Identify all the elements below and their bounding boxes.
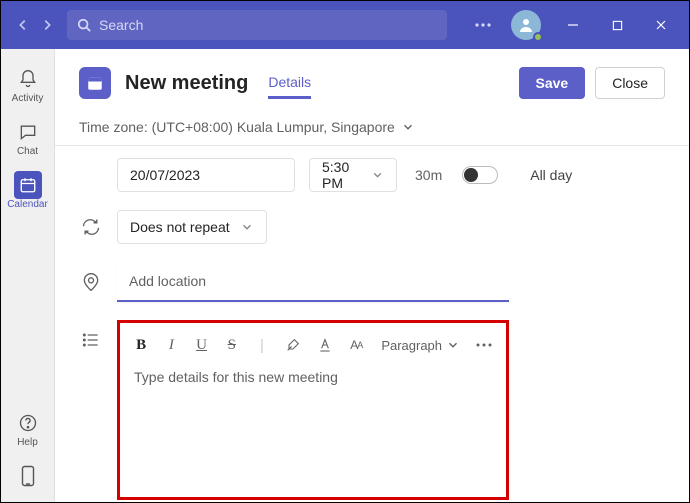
rail-activity[interactable]: Activity	[4, 59, 52, 112]
font-size-button[interactable]: AA	[349, 335, 363, 355]
search-placeholder: Search	[99, 17, 143, 33]
font-color-button[interactable]	[317, 335, 333, 355]
toolbar-more-button[interactable]	[476, 335, 492, 355]
list-icon	[81, 330, 101, 350]
highlight-button[interactable]	[285, 335, 301, 355]
nav-forward-button[interactable]	[37, 15, 57, 35]
device-icon	[21, 465, 35, 487]
person-icon	[518, 17, 534, 33]
date-value: 20/07/2023	[130, 167, 200, 183]
font-color-icon	[317, 337, 333, 353]
editor-placeholder: Type details for this new meeting	[134, 369, 492, 385]
toggle-knob	[464, 168, 478, 182]
timezone-label: Time zone: (UTC+08:00) Kuala Lumpur, Sin…	[79, 119, 395, 135]
duration-label: 30m	[415, 167, 442, 183]
help-icon	[18, 413, 38, 433]
paragraph-style-select[interactable]: Paragraph	[381, 338, 460, 353]
rail-calendar[interactable]: Calendar	[4, 165, 52, 218]
rail-help-label: Help	[17, 437, 38, 448]
search-icon	[77, 18, 91, 32]
rail-chat[interactable]: Chat	[4, 112, 52, 165]
italic-button[interactable]: I	[164, 335, 178, 355]
main-content: New meeting Details Save Close Time zone…	[55, 49, 689, 502]
page-header: New meeting Details Save Close	[55, 49, 689, 99]
highlight-icon	[285, 337, 301, 353]
chevron-down-icon	[240, 220, 254, 234]
rail-device[interactable]	[4, 456, 52, 502]
paragraph-style-label: Paragraph	[381, 338, 442, 353]
location-placeholder: Add location	[129, 273, 206, 289]
save-button[interactable]: Save	[519, 67, 586, 99]
timezone-selector[interactable]: Time zone: (UTC+08:00) Kuala Lumpur, Sin…	[55, 99, 689, 146]
allday-toggle[interactable]	[462, 166, 498, 184]
toolbar-divider: |	[255, 335, 269, 355]
rail-calendar-label: Calendar	[7, 199, 48, 210]
close-button[interactable]: Close	[595, 67, 665, 99]
presence-available-icon	[533, 32, 543, 42]
more-horizontal-icon	[475, 23, 491, 27]
app-rail: Activity Chat Calendar Help	[1, 49, 55, 502]
underline-button[interactable]: U	[194, 335, 208, 355]
editor-toolbar: B I U S | AA	[134, 335, 492, 355]
time-value: 5:30 PM	[322, 159, 371, 191]
strikethrough-button[interactable]: S	[225, 335, 239, 355]
window-maximize-button[interactable]	[597, 9, 637, 41]
more-options-button[interactable]	[467, 9, 499, 41]
page-title: New meeting	[125, 72, 248, 95]
time-input[interactable]: 5:30 PM	[309, 158, 397, 192]
rail-help[interactable]: Help	[4, 403, 52, 456]
account-avatar[interactable]	[511, 10, 541, 40]
history-nav	[13, 15, 57, 35]
rail-activity-label: Activity	[12, 93, 44, 104]
chevron-down-icon	[446, 338, 460, 352]
titlebar: Search	[1, 1, 689, 49]
tabs: Details	[264, 68, 311, 99]
rail-chat-label: Chat	[17, 146, 38, 157]
chevron-down-icon	[401, 120, 415, 134]
location-row: Add location	[79, 262, 665, 302]
window-minimize-button[interactable]	[553, 9, 593, 41]
window-close-button[interactable]	[641, 9, 681, 41]
bold-button[interactable]: B	[134, 335, 148, 355]
chat-icon	[18, 122, 38, 142]
tab-details[interactable]: Details	[268, 68, 311, 99]
bell-icon	[18, 69, 38, 89]
repeat-row: Does not repeat	[79, 210, 665, 244]
location-icon	[81, 272, 101, 292]
meeting-icon	[79, 67, 111, 99]
repeat-value: Does not repeat	[130, 219, 230, 235]
chevron-down-icon	[371, 168, 384, 182]
allday-label: All day	[530, 167, 572, 183]
repeat-select[interactable]: Does not repeat	[117, 210, 267, 244]
nav-back-button[interactable]	[13, 15, 33, 35]
datetime-row: 20/07/2023 5:30 PM 30m All day	[79, 158, 665, 192]
search-input[interactable]: Search	[67, 10, 447, 40]
location-input[interactable]: Add location	[117, 262, 509, 302]
app-window: Search Activity	[0, 0, 690, 503]
calendar-glyph-icon	[86, 74, 104, 92]
date-input[interactable]: 20/07/2023	[117, 158, 295, 192]
description-row: B I U S | AA	[79, 320, 665, 500]
description-editor[interactable]: B I U S | AA	[117, 320, 509, 500]
more-horizontal-icon	[476, 343, 492, 347]
calendar-icon	[19, 176, 37, 194]
clock-icon-slot	[79, 163, 103, 187]
repeat-icon	[81, 217, 101, 237]
